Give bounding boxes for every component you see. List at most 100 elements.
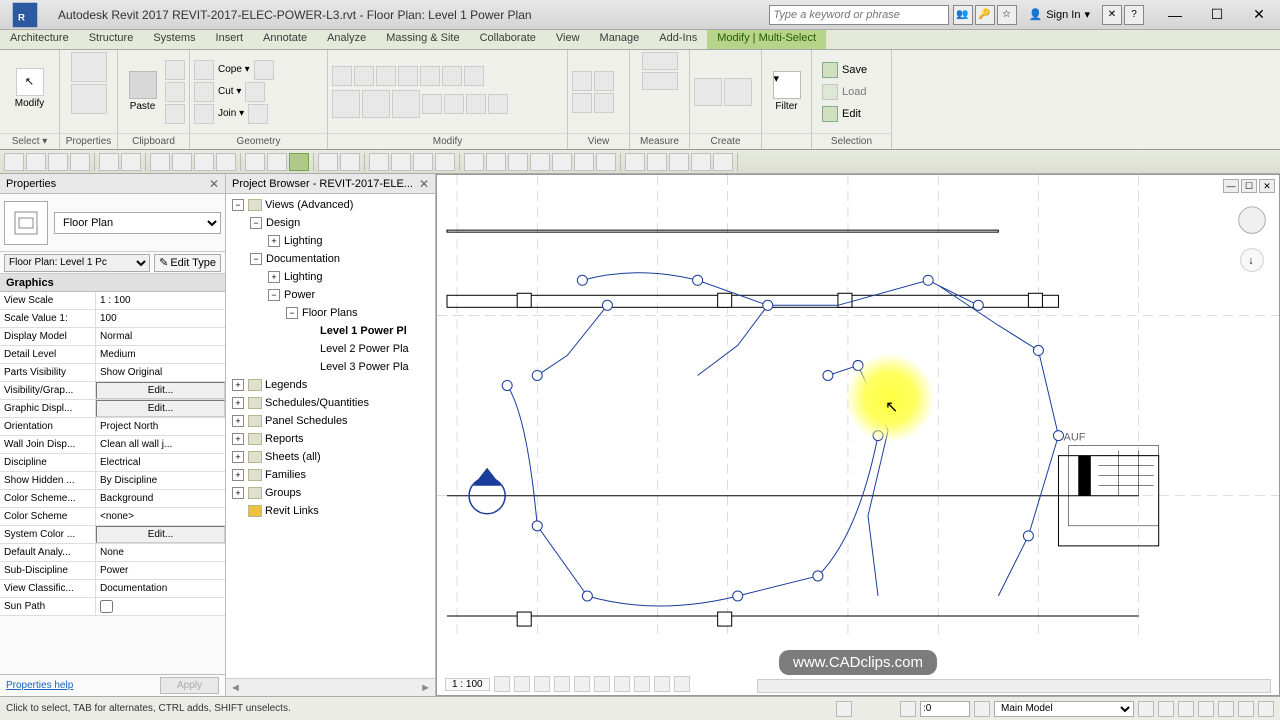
subscription-icon[interactable]: 👥 bbox=[953, 5, 973, 25]
property-row[interactable]: Show Hidden ...By Discipline bbox=[0, 472, 225, 490]
array-icon[interactable] bbox=[422, 94, 442, 114]
ribbon-tab-analyze[interactable]: Analyze bbox=[317, 30, 376, 49]
ribbon-tab-massing-site[interactable]: Massing & Site bbox=[376, 30, 469, 49]
create-group-icon[interactable] bbox=[724, 78, 752, 106]
signin-button[interactable]: 👤 Sign In ▾ bbox=[1021, 8, 1098, 21]
tree-toggle[interactable]: + bbox=[232, 469, 244, 481]
qat-close-icon[interactable] bbox=[318, 153, 338, 171]
tree-toggle[interactable]: − bbox=[250, 253, 262, 265]
status-sel-icon[interactable] bbox=[900, 701, 916, 717]
ribbon-tab-insert[interactable]: Insert bbox=[206, 30, 254, 49]
edit-type-button[interactable]: ✎Edit Type bbox=[154, 254, 221, 272]
tree-item[interactable]: −Documentation bbox=[226, 250, 435, 268]
property-value[interactable]: Edit... bbox=[96, 526, 225, 543]
property-row[interactable]: Display ModelNormal bbox=[0, 328, 225, 346]
ribbon-tab-collaborate[interactable]: Collaborate bbox=[470, 30, 546, 49]
cogo-1-icon[interactable] bbox=[420, 66, 440, 86]
cut-clip-icon[interactable] bbox=[165, 60, 185, 80]
qat-b10-icon[interactable] bbox=[574, 153, 594, 171]
qat-b9-icon[interactable] bbox=[552, 153, 572, 171]
ribbon-tab-structure[interactable]: Structure bbox=[79, 30, 144, 49]
property-row[interactable]: Parts VisibilityShow Original bbox=[0, 364, 225, 382]
tree-item[interactable]: −Views (Advanced) bbox=[226, 196, 435, 214]
demo-icon[interactable] bbox=[594, 93, 614, 113]
instance-selector[interactable]: Floor Plan: Level 1 Pc bbox=[4, 254, 150, 272]
properties-header[interactable]: Properties ✕ bbox=[0, 174, 225, 194]
tree-item[interactable]: +Families bbox=[226, 466, 435, 484]
property-value[interactable] bbox=[96, 598, 225, 615]
status-f3-icon[interactable] bbox=[1178, 701, 1194, 717]
wall-icon[interactable] bbox=[248, 104, 268, 124]
browser-scrollbar[interactable]: ◄► bbox=[226, 678, 435, 696]
property-row[interactable]: DisciplineElectrical bbox=[0, 454, 225, 472]
qat-redo-icon[interactable] bbox=[121, 153, 141, 171]
category-header[interactable]: Graphics bbox=[0, 274, 225, 292]
sun-path-icon[interactable] bbox=[534, 676, 550, 692]
ribbon-tab-systems[interactable]: Systems bbox=[143, 30, 205, 49]
favorite-icon[interactable]: ☆ bbox=[997, 5, 1017, 25]
tree-item[interactable]: +Reports bbox=[226, 430, 435, 448]
property-value[interactable]: Edit... bbox=[96, 382, 225, 399]
qat-b11-icon[interactable] bbox=[596, 153, 616, 171]
qat-b12-icon[interactable] bbox=[625, 153, 645, 171]
property-value[interactable]: Show Original bbox=[96, 364, 225, 381]
paste-button[interactable]: Paste bbox=[122, 56, 163, 128]
tree-toggle[interactable]: + bbox=[268, 271, 280, 283]
qat-b4-icon[interactable] bbox=[435, 153, 455, 171]
qat-folder-icon[interactable] bbox=[26, 153, 46, 171]
tree-item[interactable]: +Lighting bbox=[226, 268, 435, 286]
tree-item[interactable]: −Design bbox=[226, 214, 435, 232]
property-row[interactable]: Sub-DisciplinePower bbox=[0, 562, 225, 580]
view-min-icon[interactable]: — bbox=[1223, 179, 1239, 193]
help-icon[interactable]: ? bbox=[1124, 5, 1144, 25]
qat-section-icon[interactable] bbox=[267, 153, 287, 171]
property-value[interactable]: Clean all wall j... bbox=[96, 436, 225, 453]
reveal-icon[interactable] bbox=[674, 676, 690, 692]
delete-icon[interactable] bbox=[488, 94, 508, 114]
rotate-icon[interactable] bbox=[392, 90, 420, 118]
tree-toggle[interactable]: − bbox=[286, 307, 298, 319]
type-properties-icon[interactable] bbox=[71, 52, 107, 82]
tree-item[interactable]: +Panel Schedules bbox=[226, 412, 435, 430]
tree-item[interactable]: +Lighting bbox=[226, 232, 435, 250]
property-value[interactable]: Background bbox=[96, 490, 225, 507]
unhide-icon[interactable] bbox=[634, 676, 650, 692]
project-tree[interactable]: −Views (Advanced)−Design+Lighting−Docume… bbox=[226, 194, 435, 678]
offset-icon[interactable] bbox=[354, 66, 374, 86]
status-filter-icon[interactable] bbox=[1258, 701, 1274, 717]
tree-item[interactable]: +Legends bbox=[226, 376, 435, 394]
status-ws-icon[interactable] bbox=[974, 701, 990, 717]
crop-view-icon[interactable] bbox=[594, 676, 610, 692]
property-row[interactable]: Graphic Displ...Edit... bbox=[0, 400, 225, 418]
property-value[interactable]: <none> bbox=[96, 508, 225, 525]
linework-icon[interactable] bbox=[572, 93, 592, 113]
properties-help-link[interactable]: Properties help bbox=[6, 680, 73, 691]
qat-b14-icon[interactable] bbox=[669, 153, 689, 171]
close-icon[interactable]: ✕ bbox=[419, 177, 429, 191]
tree-toggle[interactable]: + bbox=[232, 415, 244, 427]
tree-toggle[interactable]: − bbox=[268, 289, 280, 301]
cope-icon[interactable] bbox=[194, 60, 214, 80]
qat-sync-icon[interactable] bbox=[70, 153, 90, 171]
ribbon-tab-modify-multi-select[interactable]: Modify | Multi-Select bbox=[707, 30, 826, 49]
temp-hide-icon[interactable] bbox=[654, 676, 670, 692]
status-f5-icon[interactable] bbox=[1218, 701, 1234, 717]
qat-text-icon[interactable] bbox=[216, 153, 236, 171]
property-value[interactable]: By Discipline bbox=[96, 472, 225, 489]
tree-item[interactable]: +Sheets (all) bbox=[226, 448, 435, 466]
qat-undo-icon[interactable] bbox=[99, 153, 119, 171]
property-row[interactable]: Wall Join Disp...Clean all wall j... bbox=[0, 436, 225, 454]
tree-toggle[interactable]: − bbox=[250, 217, 262, 229]
tree-item[interactable]: −Floor Plans bbox=[226, 304, 435, 322]
tree-toggle[interactable]: + bbox=[232, 451, 244, 463]
split-icon[interactable] bbox=[245, 82, 265, 102]
visual-style-icon[interactable] bbox=[514, 676, 530, 692]
view-cube[interactable]: ↓ bbox=[1233, 203, 1271, 303]
modify-button[interactable]: ↖ Modify bbox=[6, 52, 54, 124]
property-row[interactable]: View Scale1 : 100 bbox=[0, 292, 225, 310]
property-value[interactable]: Electrical bbox=[96, 454, 225, 471]
qat-open-icon[interactable] bbox=[4, 153, 24, 171]
load-selection-button[interactable]: Load bbox=[816, 82, 873, 102]
align-icon[interactable] bbox=[332, 66, 352, 86]
property-value[interactable]: Documentation bbox=[96, 580, 225, 597]
